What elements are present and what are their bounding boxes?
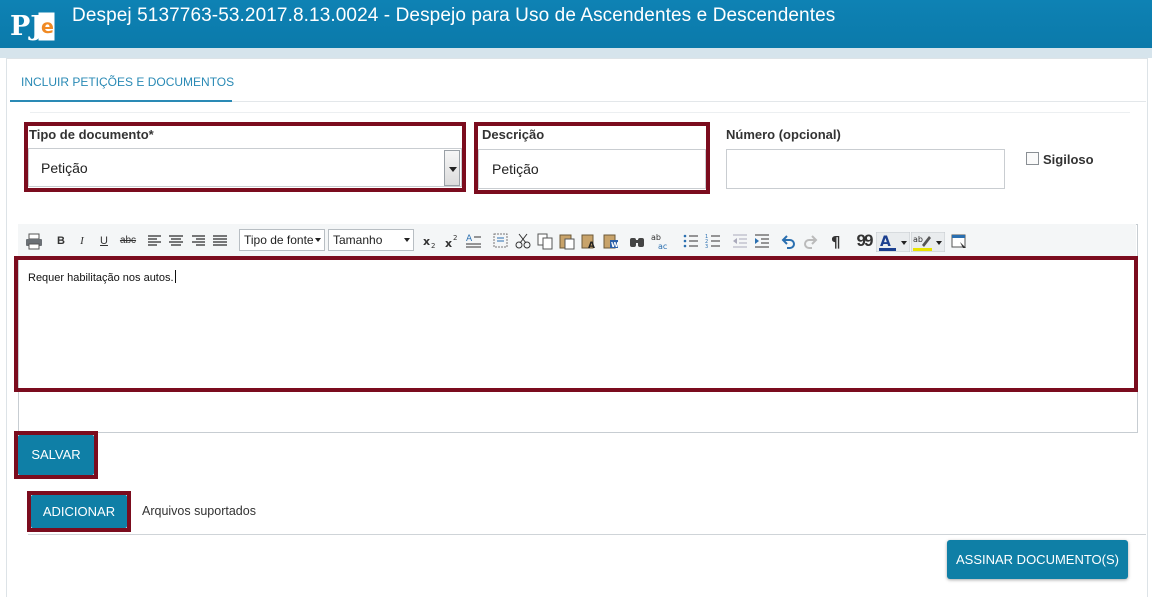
svg-text:2: 2 <box>431 242 435 250</box>
save-button[interactable]: SALVAR <box>18 435 94 475</box>
align-justify-icon[interactable] <box>211 232 229 250</box>
active-tab-indicator <box>10 100 232 102</box>
tab-divider <box>232 101 1146 102</box>
blockquote-button[interactable]: 99 <box>856 232 874 250</box>
align-center-icon[interactable] <box>167 232 185 250</box>
font-family-value: Tipo de fonte <box>244 233 314 247</box>
svg-text:e: e <box>41 16 54 38</box>
svg-text:PJ: PJ <box>10 11 43 42</box>
svg-text:A: A <box>588 241 595 250</box>
copy-icon[interactable] <box>536 232 554 250</box>
descricao-label: Descrição <box>482 127 545 142</box>
paste-icon[interactable] <box>558 232 576 250</box>
form-divider <box>30 112 1130 113</box>
editor-toolbar <box>18 224 1136 259</box>
align-left-icon[interactable] <box>146 232 164 250</box>
tab-label: INCLUIR PETIÇÕES E DOCUMENTOS <box>21 75 235 89</box>
italic-button[interactable]: I <box>74 232 90 250</box>
outdent-icon[interactable] <box>731 232 749 250</box>
pje-logo[interactable]: PJ e <box>10 6 56 44</box>
redo-icon[interactable] <box>802 232 820 250</box>
header-strip <box>0 48 1152 58</box>
underline-button[interactable]: U <box>96 232 112 250</box>
highlight-editor-content <box>14 256 1138 392</box>
descricao-input[interactable]: Petição <box>478 149 706 189</box>
sigiloso-label: Sigiloso <box>1043 152 1094 167</box>
text-color-icon[interactable]: A <box>875 231 911 253</box>
footer-divider <box>28 534 1146 535</box>
print-icon[interactable] <box>25 232 43 250</box>
supported-files-link[interactable]: Arquivos suportados <box>142 504 256 518</box>
font-size-select[interactable]: Tamanho <box>328 229 414 251</box>
highlight-color-icon[interactable]: ab <box>910 231 946 253</box>
svg-text:A: A <box>880 234 891 250</box>
strikethrough-button[interactable]: abc <box>117 232 139 250</box>
add-button[interactable]: ADICIONAR <box>31 495 127 528</box>
svg-text:ab: ab <box>913 235 923 244</box>
numbered-list-icon[interactable]: 123 <box>704 232 722 250</box>
paste-text-icon[interactable]: A <box>580 232 598 251</box>
editor-text: Requer habilitação nos autos. <box>28 272 174 284</box>
text-caret <box>174 270 176 283</box>
svg-text:x: x <box>445 237 452 250</box>
svg-text:2: 2 <box>453 234 457 242</box>
bulleted-list-icon[interactable] <box>682 232 700 250</box>
svg-text:ab: ab <box>651 233 661 242</box>
superscript-icon[interactable]: x2 <box>443 232 461 250</box>
bold-button[interactable]: B <box>53 232 69 250</box>
add-button-label: ADICIONAR <box>42 504 116 519</box>
svg-text:x: x <box>423 235 430 248</box>
svg-text:A: A <box>466 234 473 244</box>
undo-icon[interactable] <box>779 232 797 250</box>
select-dropdown-arrow-icon[interactable] <box>444 150 460 186</box>
paste-word-icon[interactable]: W <box>602 232 620 250</box>
font-family-select[interactable]: Tipo de fonte <box>239 229 325 251</box>
paragraph-icon[interactable]: ¶ <box>829 232 847 251</box>
cut-icon[interactable] <box>514 232 532 250</box>
editor-content-area[interactable]: Requer habilitação nos autos. <box>28 270 176 284</box>
sign-documents-button[interactable]: ASSINAR DOCUMENTO(S) <box>947 540 1128 579</box>
find-icon[interactable] <box>628 232 646 250</box>
select-all-icon[interactable] <box>492 232 510 250</box>
tipo-documento-value: Petição <box>41 160 88 176</box>
subscript-icon[interactable]: x2 <box>421 232 439 250</box>
tab-incluir-peticoes[interactable]: INCLUIR PETIÇÕES E DOCUMENTOS <box>10 72 235 102</box>
save-button-label: SALVAR <box>31 447 81 462</box>
text-format-icon[interactable]: A <box>465 232 483 250</box>
font-size-value: Tamanho <box>333 233 383 247</box>
tipo-documento-select[interactable]: Petição <box>28 148 462 187</box>
align-right-icon[interactable] <box>189 232 207 250</box>
svg-text:¶: ¶ <box>831 233 841 250</box>
form-table-icon[interactable] <box>950 232 968 250</box>
svg-text:3: 3 <box>705 244 708 250</box>
svg-text:ac: ac <box>658 242 667 250</box>
sign-documents-label: ASSINAR DOCUMENTO(S) <box>956 552 1119 567</box>
numero-input[interactable] <box>726 149 1005 189</box>
numero-label: Número (opcional) <box>726 127 841 142</box>
svg-text:W: W <box>611 241 619 249</box>
sigiloso-checkbox[interactable] <box>1026 152 1039 165</box>
replace-icon[interactable]: ab ac <box>650 232 670 251</box>
indent-icon[interactable] <box>753 232 771 250</box>
descricao-value: Petição <box>492 161 539 177</box>
page-title: Despej 5137763-53.2017.8.13.0024 - Despe… <box>72 5 836 26</box>
tipo-documento-label: Tipo de documento* <box>29 127 154 142</box>
